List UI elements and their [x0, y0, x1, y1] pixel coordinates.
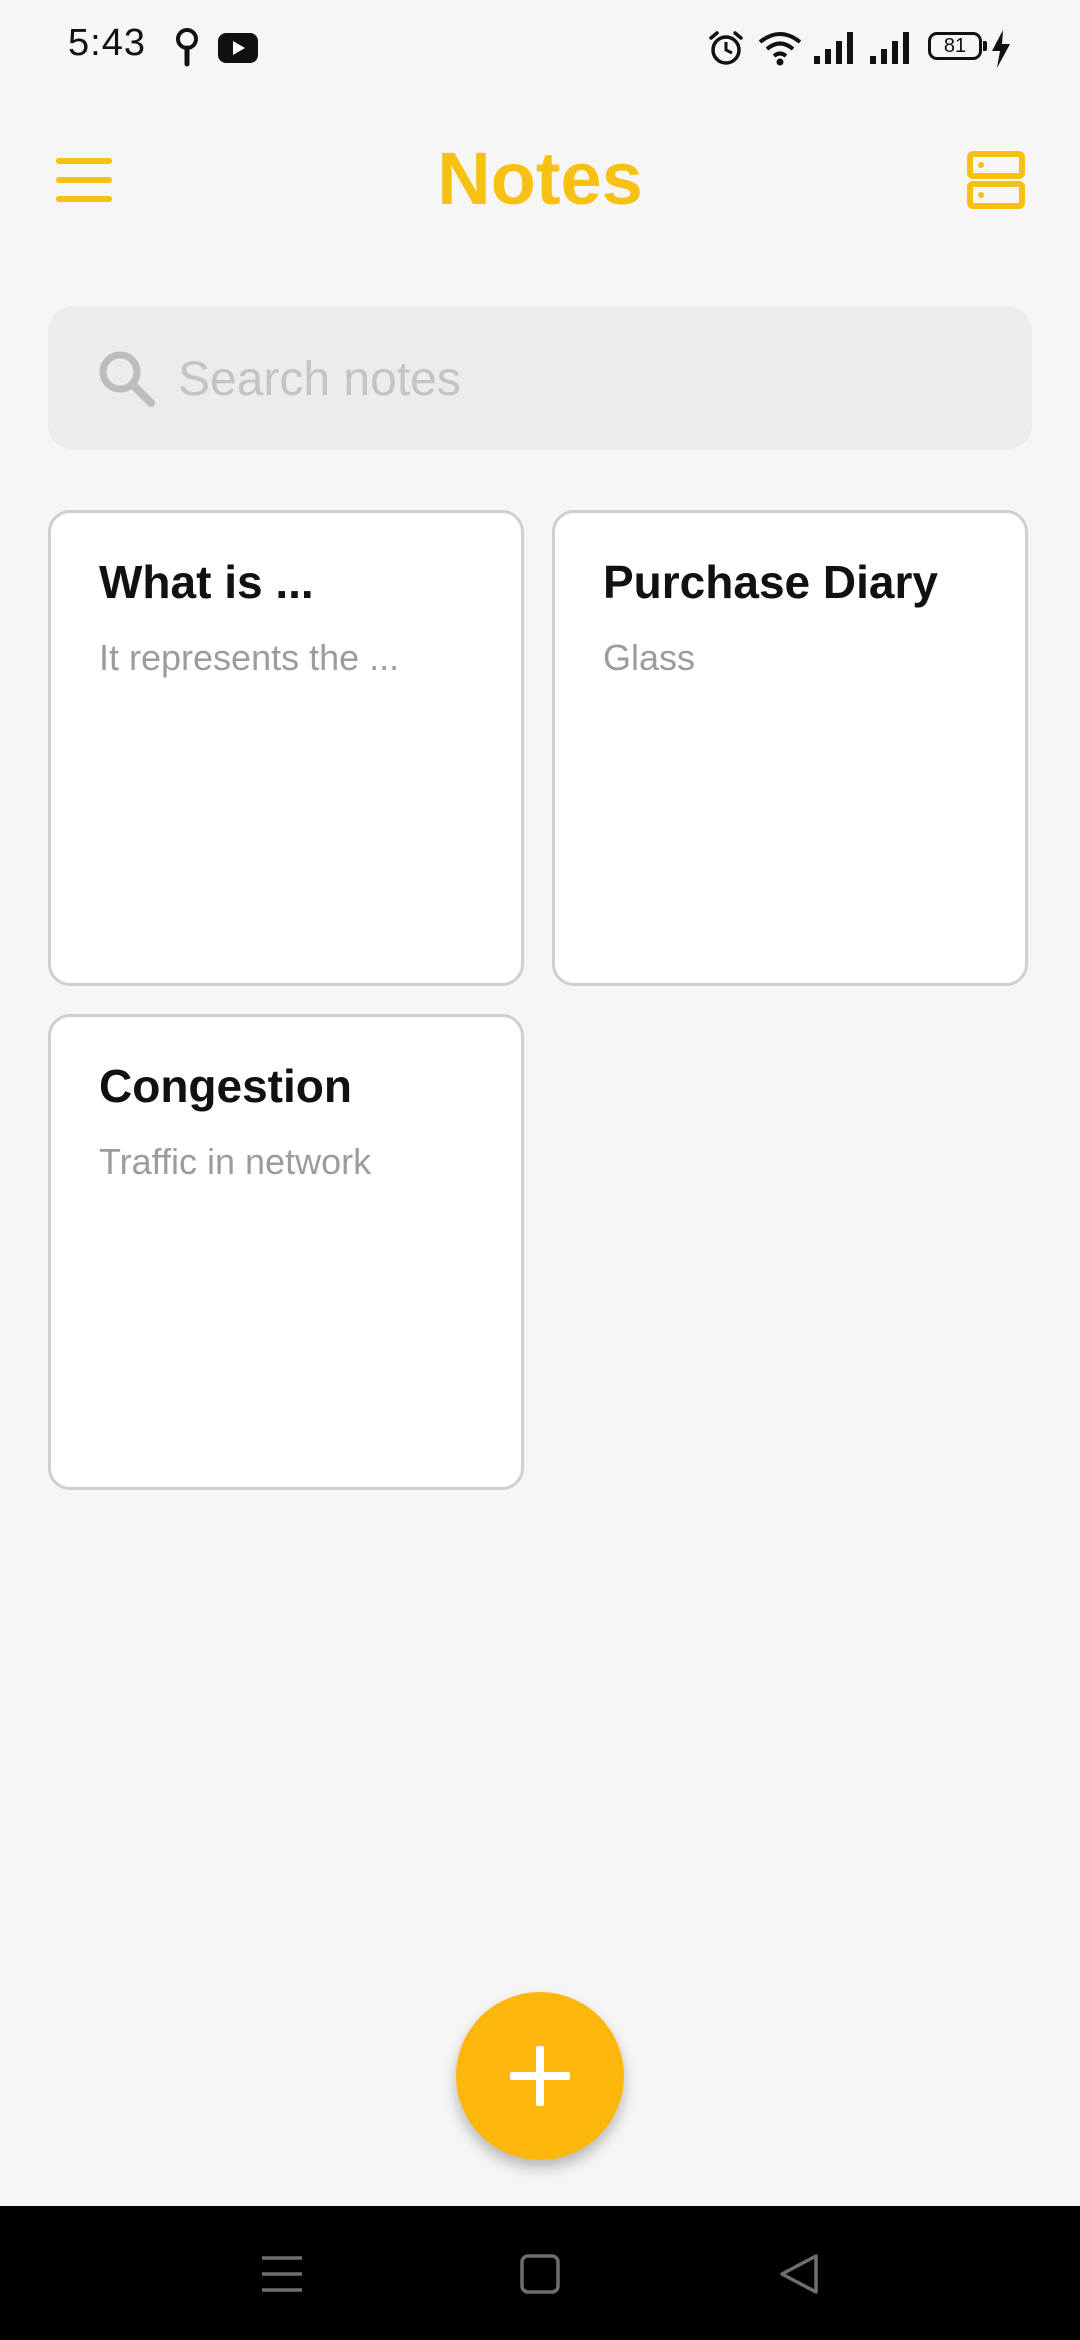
status-bar: 5:43 81 [0, 0, 1080, 96]
alarm-icon [709, 31, 743, 65]
note-card[interactable]: Purchase Diary Glass [552, 510, 1028, 986]
youtube-icon [218, 33, 258, 63]
search-icon [99, 351, 155, 407]
note-title: Congestion [99, 1060, 352, 1112]
note-title: Purchase Diary [603, 556, 938, 608]
back-triangle-icon[interactable] [772, 2246, 828, 2302]
recents-menu-icon[interactable] [254, 2246, 310, 2302]
battery-cap [983, 41, 987, 51]
note-preview: It represents the ... [99, 637, 400, 678]
battery-icon: 81 [928, 32, 982, 60]
home-square-icon[interactable] [512, 2246, 568, 2302]
note-preview: Glass [603, 637, 696, 678]
wifi-icon [758, 32, 802, 66]
search-bar[interactable] [48, 306, 1032, 450]
add-note-button[interactable] [456, 1992, 624, 2160]
note-title: What is ... [99, 556, 314, 608]
plus-icon-stroke [536, 2046, 544, 2106]
signal-icon [870, 32, 909, 64]
charging-icon [992, 30, 1010, 68]
search-input[interactable] [176, 342, 1000, 416]
signal-icon [814, 32, 853, 64]
system-nav-bar [0, 2206, 1080, 2340]
location-pin-icon [176, 28, 198, 67]
page-title: Notes [437, 137, 643, 220]
note-card[interactable]: What is ... It represents the ... [48, 510, 524, 986]
list-layout-icon[interactable] [966, 150, 1026, 210]
note-preview: Traffic in network [99, 1141, 372, 1182]
status-time: 5:43 [68, 22, 146, 64]
note-card[interactable]: Congestion Traffic in network [48, 1014, 524, 1490]
